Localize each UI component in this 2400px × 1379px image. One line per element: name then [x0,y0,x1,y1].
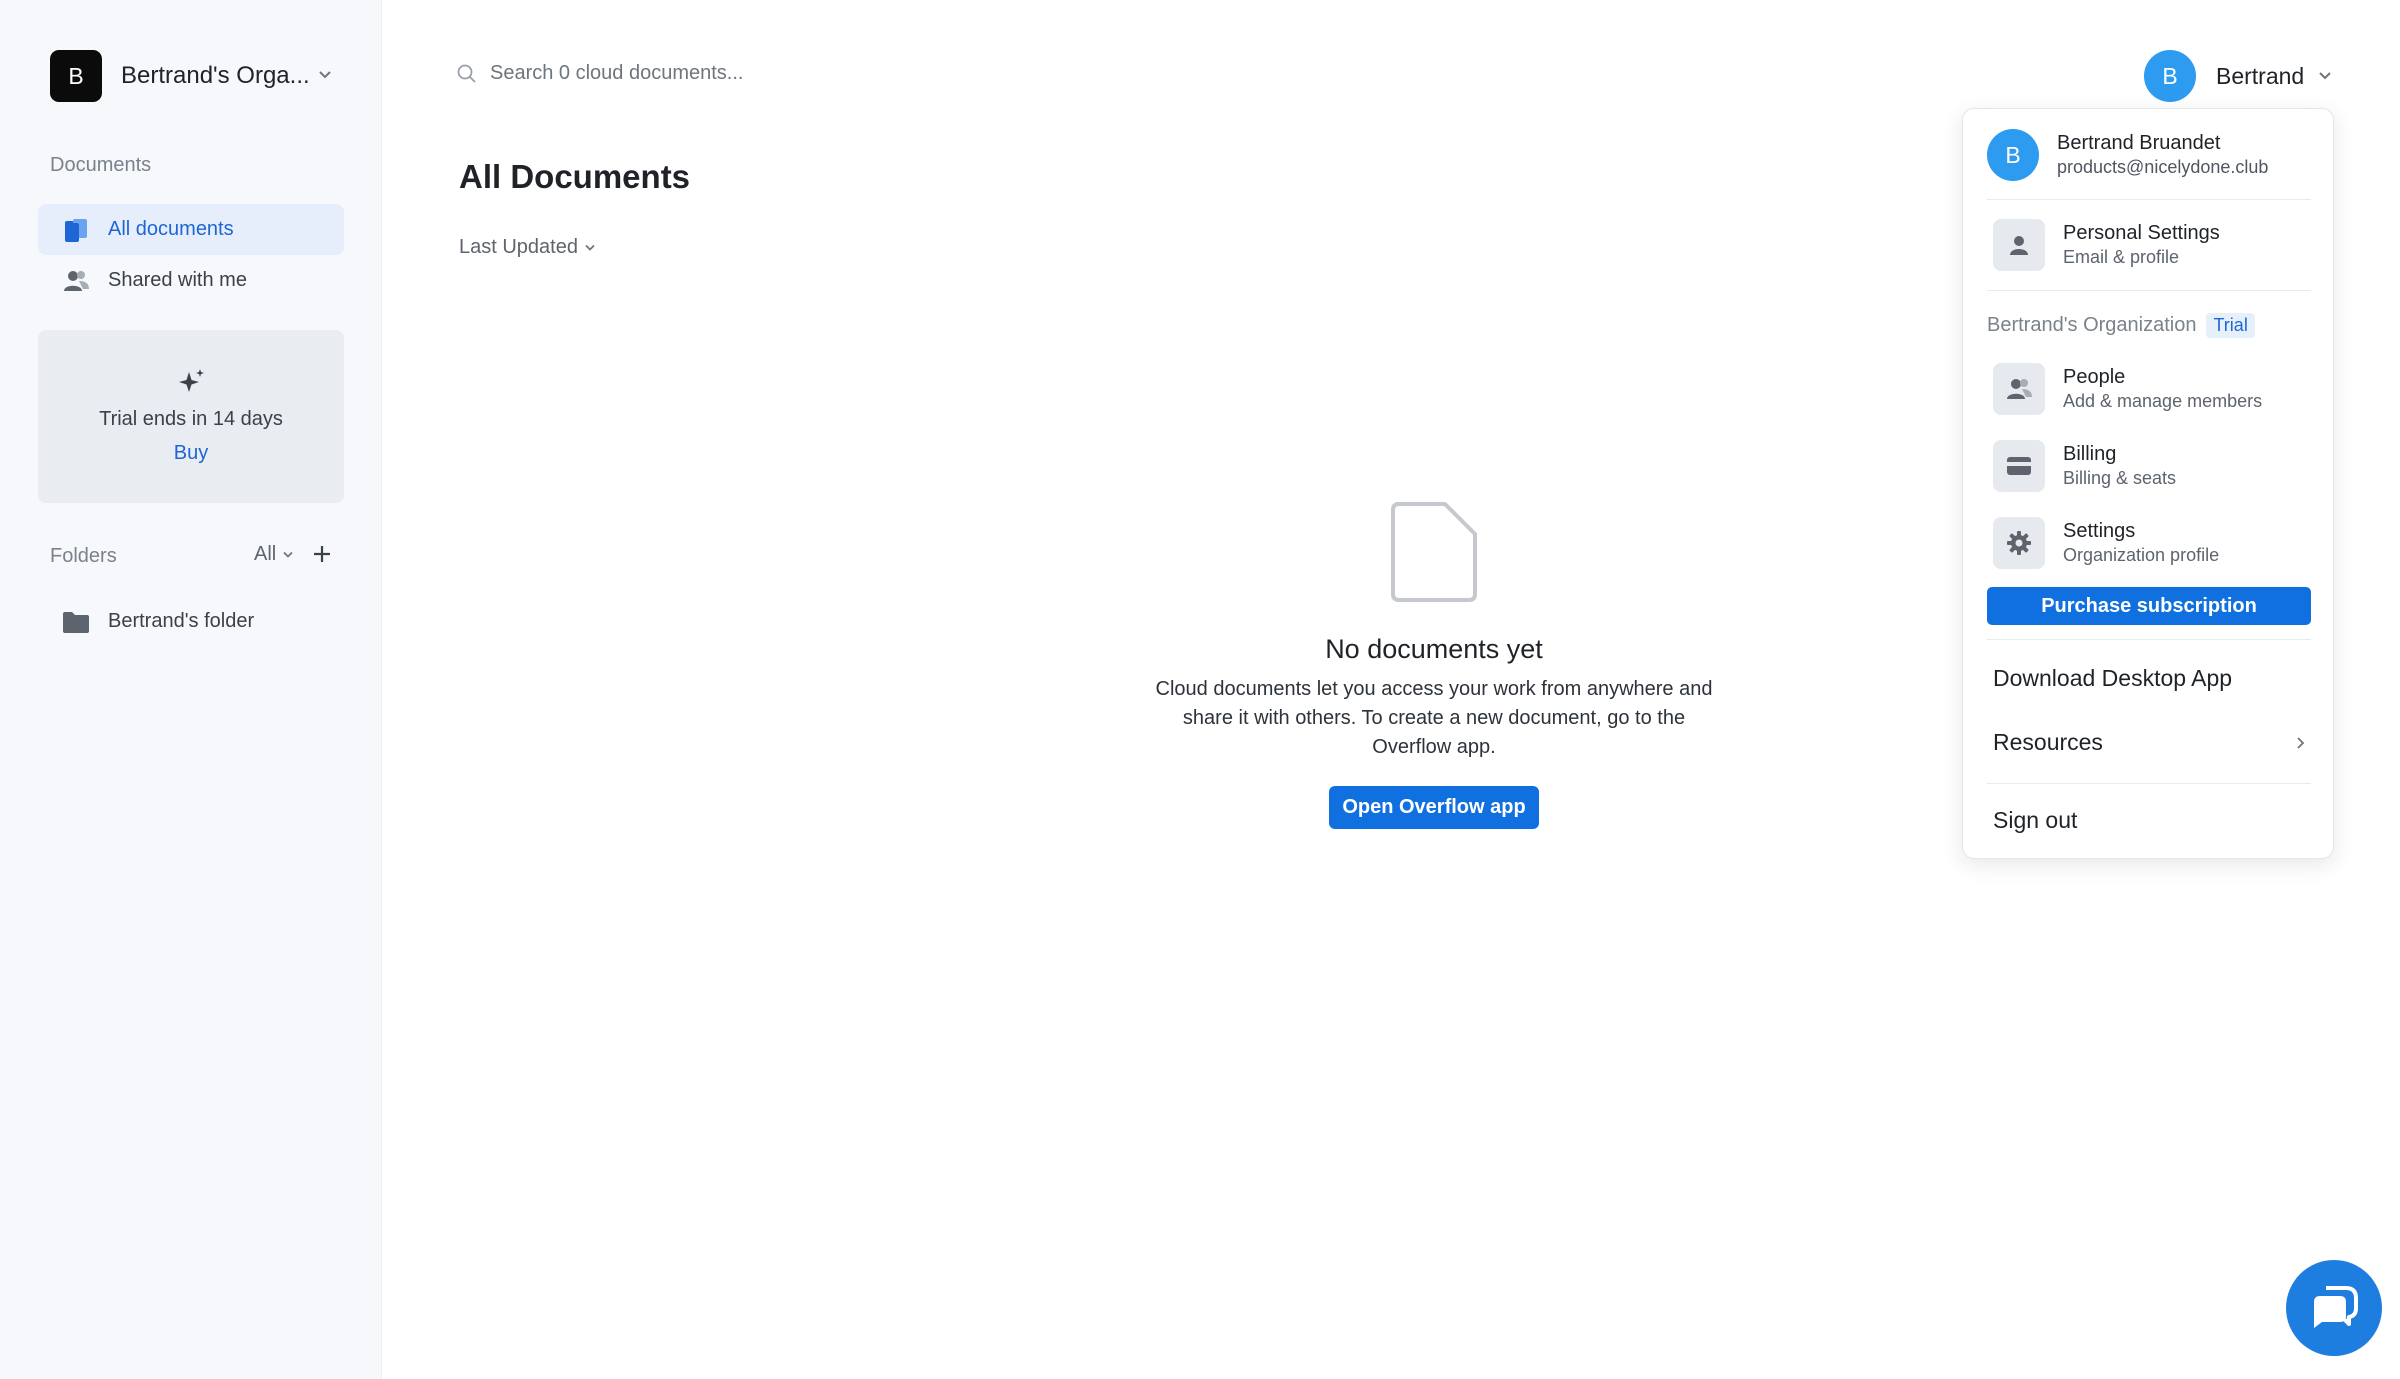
org-heading: Bertrand's Organization Trial [1987,313,2255,338]
nav-shared-with-me[interactable]: Shared with me [38,255,344,306]
billing-item[interactable]: Billing Billing & seats [1993,440,2176,492]
gear-icon [1993,517,2045,569]
people-icon [1993,363,2045,415]
documents-icon [62,216,90,244]
item-title: People [2063,366,2126,388]
people-item[interactable]: People Add & manage members [1993,363,2262,415]
profile-email: products@nicelydone.club [2057,157,2269,177]
item-subtitle: Organization profile [2063,545,2220,565]
item-subtitle: Email & profile [2063,247,2180,267]
resources-label: Resources [1993,729,2103,755]
folder-item[interactable]: Bertrand's folder [38,596,344,647]
sign-out-link[interactable]: Sign out [1993,807,2077,834]
folder-label: Bertrand's folder [108,610,255,632]
org-name: Bertrand's Orga... [121,62,310,89]
profile-summary: B Bertrand Bruandet products@nicelydone.… [1987,129,2268,181]
folders-filter-label: All [254,543,277,565]
sort-dropdown[interactable]: Last Updated [459,236,596,259]
document-icon [1391,502,1477,602]
item-subtitle: Add & manage members [2063,391,2263,411]
credit-card-icon [1993,440,2045,492]
chevron-down-icon [2319,72,2331,80]
nav-label: All documents [108,218,234,240]
item-title: Personal Settings [2063,222,2220,244]
avatar: B [2144,50,2196,102]
org-avatar: B [50,50,102,102]
divider [1987,199,2311,200]
sort-label: Last Updated [459,236,578,258]
item-title: Billing [2063,443,2117,465]
folder-icon [62,608,90,636]
chevron-right-icon [2297,736,2305,749]
item-subtitle: Billing & seats [2063,468,2177,488]
folders-filter[interactable]: All [254,543,294,566]
user-icon [1993,219,2045,271]
divider [1987,639,2311,640]
search-bar [456,62,1156,85]
empty-title: No documents yet [1325,634,1543,664]
chat-icon [2314,1286,2358,1328]
user-menu-trigger[interactable]: B Bertrand [2144,50,2332,102]
personal-settings-item[interactable]: Personal Settings Email & profile [1993,219,2220,271]
org-switcher[interactable]: B Bertrand's Orga... [50,50,310,102]
nav-all-documents[interactable]: All documents [38,204,344,255]
item-title: Settings [2063,520,2136,542]
trial-text: Trial ends in 14 days [99,408,283,430]
empty-description: Cloud documents let you access your work… [1155,678,1713,758]
chevron-down-icon[interactable] [318,70,332,80]
resources-menu-item[interactable]: Resources [1993,729,2305,756]
profile-name: Bertrand Bruandet [2057,132,2221,154]
download-desktop-app-link[interactable]: Download Desktop App [1993,665,2232,692]
nav-label: Shared with me [108,269,247,291]
add-folder-icon[interactable] [310,542,334,566]
people-icon [62,267,90,295]
divider [1987,783,2311,784]
empty-state: No documents yet Cloud documents let you… [1134,500,1734,829]
trial-card: Trial ends in 14 days Buy [38,330,344,503]
avatar: B [1987,129,2039,181]
open-overflow-app-button[interactable]: Open Overflow app [1329,786,1539,829]
documents-section-label: Documents [50,154,152,176]
chat-launcher-button[interactable] [2286,1260,2382,1356]
purchase-subscription-button[interactable]: Purchase subscription [1987,587,2311,625]
folders-section-label: Folders [50,545,117,567]
chevron-down-icon [585,244,595,251]
buy-link[interactable]: Buy [38,442,344,465]
sparkle-icon [179,369,204,392]
org-heading-name: Bertrand's Organization [1987,314,2197,336]
search-icon [457,64,476,83]
user-dropdown-menu: B Bertrand Bruandet products@nicelydone.… [1962,108,2334,859]
user-name: Bertrand [2216,62,2305,89]
search-input[interactable] [490,62,1090,85]
divider [1987,290,2311,291]
page-title: All Documents [459,158,691,195]
chevron-down-icon [283,551,293,558]
settings-item[interactable]: Settings Organization profile [1993,517,2219,569]
trial-badge: Trial [2206,313,2255,338]
sidebar: B Bertrand's Orga... Documents All docum… [0,0,382,1379]
